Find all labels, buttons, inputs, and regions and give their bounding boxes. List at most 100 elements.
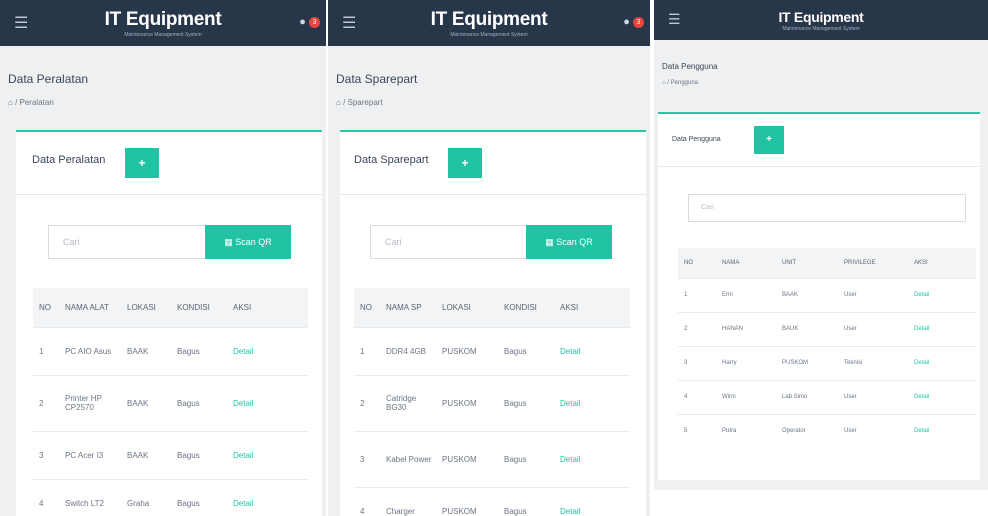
- cell-condition: Bagus: [498, 430, 554, 487]
- search-input[interactable]: Cari: [688, 194, 966, 222]
- top-navbar: ☰ IT Equipment Maintenance Management Sy…: [328, 0, 650, 46]
- brand-subtitle: Maintenance Management System: [124, 32, 202, 38]
- cell-name: PC AIO Asus: [59, 326, 121, 375]
- home-icon[interactable]: ⌂: [336, 98, 341, 107]
- detail-link[interactable]: Detail: [908, 277, 976, 312]
- col-header: LOKASI: [121, 288, 171, 327]
- table-header-row: NO NAMA SP LOKASI KONDISI AKSI: [354, 288, 630, 327]
- cell-privilege: Teknisi: [838, 345, 908, 380]
- add-button[interactable]: +: [754, 126, 784, 154]
- cell-name: Wirni: [716, 379, 776, 414]
- card-peralatan: Data Peralatan + Cari ▦ Scan QR NO NAMA …: [16, 130, 322, 516]
- cell-location: PUSKOM: [436, 486, 498, 516]
- composite-screenshot: ☰ IT Equipment Maintenance Management Sy…: [0, 0, 988, 516]
- cell-no: 3: [678, 345, 716, 380]
- detail-link[interactable]: Detail: [908, 379, 976, 414]
- brand-subtitle: Maintenance Management System: [450, 32, 528, 38]
- add-button[interactable]: +: [125, 148, 159, 178]
- cell-name: HANAN: [716, 311, 776, 346]
- cell-privilege: User: [838, 413, 908, 448]
- cell-name: Switch LT2: [59, 478, 121, 516]
- col-header: AKSI: [908, 248, 976, 278]
- detail-link[interactable]: Detail: [227, 374, 308, 431]
- cell-no: 2: [33, 374, 59, 431]
- table-header-row: NO NAMA UNIT PRIVILEGE AKSI: [678, 248, 976, 278]
- cell-name: Erni: [716, 277, 776, 312]
- home-icon[interactable]: ⌂: [662, 80, 666, 86]
- card-title: Data Peralatan: [32, 154, 106, 166]
- col-header: NAMA: [716, 248, 776, 278]
- brand: IT Equipment Maintenance Management Syst…: [328, 9, 650, 38]
- bell-icon: ●: [299, 16, 306, 28]
- card-divider: [16, 194, 322, 195]
- cell-unit: Lab Simo: [776, 379, 838, 414]
- detail-link[interactable]: Detail: [908, 413, 976, 448]
- cell-name: Kabel Power: [380, 430, 436, 487]
- scan-qr-label: Scan QR: [556, 237, 593, 247]
- brand-title: IT Equipment: [430, 9, 548, 30]
- cell-condition: Bagus: [498, 326, 554, 375]
- cell-condition: Bagus: [498, 374, 554, 431]
- breadcrumb-current: Pengguna: [670, 80, 699, 86]
- bell-icon: ●: [623, 16, 630, 28]
- qr-icon: ▦: [545, 237, 554, 247]
- col-header: AKSI: [554, 288, 630, 327]
- table-row: 2 HANAN BAUK User Detail: [678, 311, 976, 346]
- cell-name: DDR4 4GB: [380, 326, 436, 375]
- sparepart-table: NO NAMA SP LOKASI KONDISI AKSI 1 DDR4 4G…: [354, 288, 630, 516]
- detail-link[interactable]: Detail: [227, 326, 308, 375]
- col-header: LOKASI: [436, 288, 498, 327]
- card-pengguna: Data Pengguna + Cari NO NAMA UNIT PRIVIL…: [658, 112, 980, 480]
- table-row: 2 Printer HP CP2570 BAAK Bagus Detail: [33, 374, 308, 431]
- col-header: AKSI: [227, 288, 308, 327]
- screen-pengguna: ☰ IT Equipment Maintenance Management Sy…: [654, 0, 988, 490]
- cell-location: Graha: [121, 478, 171, 516]
- detail-link[interactable]: Detail: [554, 486, 630, 516]
- scan-qr-button[interactable]: ▦ Scan QR: [205, 225, 291, 259]
- brand-title: IT Equipment: [104, 9, 222, 30]
- cell-unit: BAAK: [776, 277, 838, 312]
- detail-link[interactable]: Detail: [908, 311, 976, 346]
- cell-no: 1: [354, 326, 380, 375]
- table-row: 3 Harry PUSKOM Teknisi Detail: [678, 345, 976, 380]
- cell-no: 2: [678, 311, 716, 346]
- cell-no: 1: [33, 326, 59, 375]
- cell-name: PC Acer I3: [59, 430, 121, 479]
- cell-no: 1: [678, 277, 716, 312]
- detail-link[interactable]: Detail: [227, 430, 308, 479]
- cell-condition: Bagus: [171, 326, 227, 375]
- home-icon[interactable]: ⌂: [8, 98, 13, 107]
- page-title: Data Sparepart: [336, 72, 418, 86]
- screen-peralatan: ☰ IT Equipment Maintenance Management Sy…: [0, 0, 326, 516]
- cell-no: 4: [354, 486, 380, 516]
- cell-unit: BAUK: [776, 311, 838, 346]
- add-button[interactable]: +: [448, 148, 482, 178]
- table-row: 1 PC AIO Asus BAAK Bagus Detail: [33, 326, 308, 375]
- search-input[interactable]: Cari: [370, 225, 528, 259]
- cell-unit: PUSKOM: [776, 345, 838, 380]
- notification-bell[interactable]: ● 3: [623, 16, 644, 28]
- cell-location: BAAK: [121, 374, 171, 431]
- detail-link[interactable]: Detail: [554, 374, 630, 431]
- detail-link[interactable]: Detail: [908, 345, 976, 380]
- detail-link[interactable]: Detail: [227, 478, 308, 516]
- cell-location: BAAK: [121, 326, 171, 375]
- scan-qr-button[interactable]: ▦ Scan QR: [526, 225, 612, 259]
- top-navbar: ☰ IT Equipment Maintenance Management Sy…: [654, 0, 988, 40]
- peralatan-table: NO NAMA ALAT LOKASI KONDISI AKSI 1 PC AI…: [33, 288, 308, 516]
- pengguna-table: NO NAMA UNIT PRIVILEGE AKSI 1 Erni BAAK …: [678, 248, 976, 448]
- table-row: 5 Putra Operator User Detail: [678, 413, 976, 448]
- col-header: NO: [354, 288, 380, 327]
- brand-title: IT Equipment: [778, 9, 864, 25]
- breadcrumb: ⌂ / Pengguna: [662, 80, 699, 86]
- table-row: 1 DDR4 4GB PUSKOM Bagus Detail: [354, 326, 630, 375]
- detail-link[interactable]: Detail: [554, 430, 630, 487]
- search-input[interactable]: Cari: [48, 225, 206, 259]
- cell-name: Catridge BG30: [380, 374, 436, 431]
- detail-link[interactable]: Detail: [554, 326, 630, 375]
- page-title: Data Pengguna: [662, 62, 718, 71]
- notification-bell[interactable]: ● 3: [299, 16, 320, 28]
- cell-no: 5: [678, 413, 716, 448]
- col-header: NO: [33, 288, 59, 327]
- col-header: UNIT: [776, 248, 838, 278]
